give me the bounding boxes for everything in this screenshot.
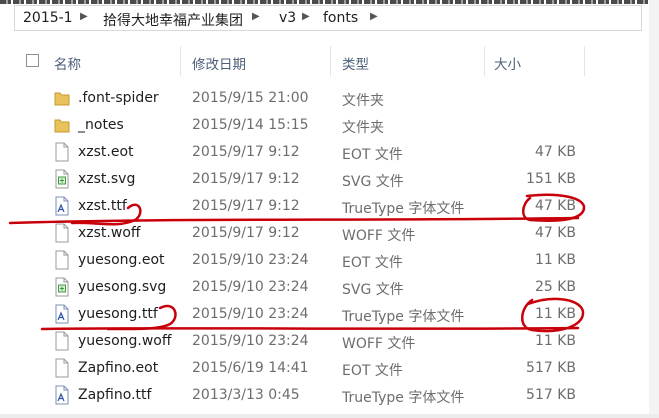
file-name[interactable]: xzst.ttf — [78, 198, 127, 214]
file-size: 517 KB — [526, 360, 576, 376]
file-size: 47 KB — [534, 225, 576, 241]
file-row[interactable]: xzst.woff 2015/9/17 9:12 WOFF 文件 47 KB — [14, 220, 642, 247]
file-date: 2015/9/10 23:24 — [192, 252, 309, 268]
file-type: WOFF 文件 — [342, 228, 416, 244]
column-header: 名称 修改日期 类型 大小 — [14, 46, 642, 76]
chevron-right-icon[interactable]: ▶ — [370, 11, 378, 22]
file-type: TrueType 字体文件 — [342, 309, 465, 325]
file-name[interactable]: yuesong.ttf — [78, 306, 158, 322]
file-icon — [54, 331, 70, 351]
file-type: EOT 文件 — [342, 255, 403, 271]
file-type: SVG 文件 — [342, 282, 404, 298]
font-file-icon — [54, 196, 70, 216]
file-size: 47 KB — [534, 198, 576, 214]
file-name[interactable]: Zapfino.eot — [78, 360, 158, 376]
file-type: 文件夹 — [342, 93, 384, 109]
file-type: TrueType 字体文件 — [342, 390, 465, 406]
column-header-date[interactable]: 修改日期 — [192, 53, 246, 73]
file-name[interactable]: xzst.eot — [78, 144, 134, 160]
svg-file-icon — [54, 169, 70, 189]
file-date: 2015/9/17 9:12 — [192, 144, 300, 160]
cropped-top-text — [0, 0, 659, 4]
chevron-right-icon[interactable]: ▶ — [302, 11, 310, 22]
file-size: 11 KB — [534, 333, 576, 349]
file-row[interactable]: Zapfino.ttf 2013/3/13 0:45 TrueType 字体文件 51… — [14, 382, 642, 409]
file-row[interactable]: yuesong.svg 2015/9/10 23:24 SVG 文件 25 KB — [14, 274, 642, 301]
file-icon — [54, 250, 70, 270]
breadcrumb-item-2015-1[interactable]: 2015-1 — [23, 10, 73, 26]
file-date: 2015/9/10 23:24 — [192, 279, 309, 295]
file-row[interactable]: yuesong.eot 2015/9/10 23:24 EOT 文件 11 KB — [14, 247, 642, 274]
file-row[interactable]: yuesong.woff 2015/9/10 23:24 WOFF 文件 11 KB — [14, 328, 642, 355]
breadcrumb-item-v3[interactable]: v3 — [279, 10, 296, 26]
file-size: 47 KB — [534, 144, 576, 160]
file-name[interactable]: Zapfino.ttf — [78, 387, 151, 403]
file-type: EOT 文件 — [342, 147, 403, 163]
file-date: 2015/9/10 23:24 — [192, 306, 309, 322]
folder-icon — [54, 115, 70, 135]
chevron-right-icon[interactable]: ▶ — [252, 11, 260, 22]
column-header-type[interactable]: 类型 — [342, 53, 369, 73]
file-name[interactable]: yuesong.eot — [78, 252, 165, 268]
file-icon — [54, 358, 70, 378]
file-type: 文件夹 — [342, 120, 384, 136]
file-name[interactable]: xzst.woff — [78, 225, 141, 241]
file-type: EOT 文件 — [342, 363, 403, 379]
file-row[interactable]: xzst.eot 2015/9/17 9:12 EOT 文件 47 KB — [14, 139, 642, 166]
file-name[interactable]: _notes — [78, 117, 124, 133]
file-type: WOFF 文件 — [342, 336, 416, 352]
column-header-size[interactable]: 大小 — [494, 53, 521, 73]
file-date: 2015/9/17 9:12 — [192, 225, 300, 241]
file-size: 25 KB — [534, 279, 576, 295]
file-icon — [54, 223, 70, 243]
file-name[interactable]: .font-spider — [78, 90, 159, 106]
file-name[interactable]: yuesong.woff — [78, 333, 172, 349]
file-size: 151 KB — [526, 171, 576, 187]
select-all-checkbox[interactable] — [26, 54, 39, 67]
file-row[interactable]: xzst.svg 2015/9/17 9:12 SVG 文件 151 KB — [14, 166, 642, 193]
file-date: 2013/3/13 0:45 — [192, 387, 300, 403]
file-type: SVG 文件 — [342, 174, 404, 190]
file-date: 2015/9/17 9:12 — [192, 171, 300, 187]
column-divider[interactable] — [484, 46, 485, 76]
file-date: 2015/9/17 9:12 — [192, 198, 300, 214]
file-row[interactable]: Zapfino.eot 2015/6/19 14:41 EOT 文件 517 KB — [14, 355, 642, 382]
file-date: 2015/9/14 15:15 — [192, 117, 309, 133]
file-name[interactable]: yuesong.svg — [78, 279, 166, 295]
file-date: 2015/9/10 23:24 — [192, 333, 309, 349]
window-edge — [649, 0, 659, 418]
file-row[interactable]: xzst.ttf 2015/9/17 9:12 TrueType 字体文件 47 KB — [14, 193, 642, 220]
file-size: 517 KB — [526, 387, 576, 403]
file-row[interactable]: yuesong.ttf 2015/9/10 23:24 TrueType 字体文件 1… — [14, 301, 642, 328]
window-edge — [0, 414, 659, 418]
column-divider[interactable] — [584, 46, 585, 76]
breadcrumb-item-fonts[interactable]: fonts — [323, 10, 358, 26]
column-divider[interactable] — [180, 46, 181, 76]
font-file-icon — [54, 304, 70, 324]
file-name[interactable]: xzst.svg — [78, 171, 135, 187]
column-header-name[interactable]: 名称 — [54, 53, 81, 73]
breadcrumb-item-group[interactable]: 拾得大地幸福产业集团 — [103, 10, 243, 30]
file-date: 2015/9/15 21:00 — [192, 90, 309, 106]
file-row[interactable]: .font-spider 2015/9/15 21:00 文件夹 — [14, 85, 642, 112]
explorer-window: 2015-1 ▶ 拾得大地幸福产业集团 ▶ v3 ▶ fonts ▶ 名称 修改… — [0, 0, 659, 418]
file-row[interactable]: _notes 2015/9/14 15:15 文件夹 — [14, 112, 642, 139]
svg-file-icon — [54, 277, 70, 297]
breadcrumb[interactable]: 2015-1 ▶ 拾得大地幸福产业集团 ▶ v3 ▶ fonts ▶ — [14, 5, 642, 31]
chevron-right-icon[interactable]: ▶ — [80, 11, 88, 22]
file-size: 11 KB — [534, 252, 576, 268]
font-file-icon — [54, 385, 70, 405]
file-icon — [54, 142, 70, 162]
folder-icon — [54, 88, 70, 108]
column-divider[interactable] — [330, 46, 331, 76]
file-date: 2015/6/19 14:41 — [192, 360, 309, 376]
file-size: 11 KB — [534, 306, 576, 322]
file-type: TrueType 字体文件 — [342, 201, 465, 217]
